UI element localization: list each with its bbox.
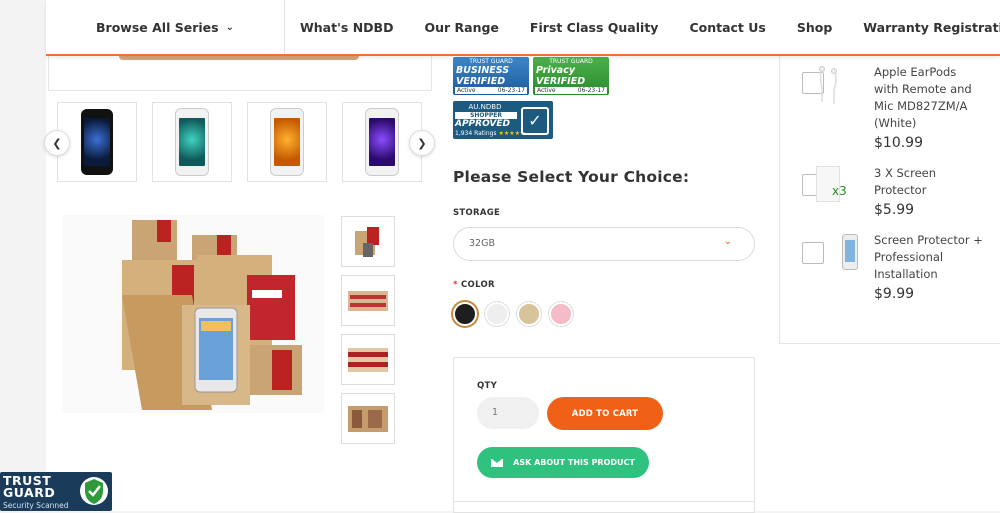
addon-name: Screen Protector + Professional Installa… (874, 233, 983, 281)
required-asterisk: * (453, 280, 458, 290)
side-thumb-2[interactable] (341, 275, 395, 326)
choice-title: Please Select Your Choice: (453, 168, 690, 186)
top-nav-bar: Browse All Series ⌄ What's NDBD Our Rang… (46, 0, 1000, 56)
checkmark-icon: ✓ (521, 107, 549, 135)
thumb-image (348, 290, 388, 311)
phone-body (842, 234, 858, 270)
business-verified-badge[interactable]: TRUST GUARD BUSINESS VERIFIED Active 06-2… (453, 57, 529, 95)
ask-about-product-button[interactable]: ASK ABOUT THIS PRODUCT (477, 447, 649, 478)
trust-guard-seal[interactable]: TRUST GUARD Security Scanned (0, 472, 112, 511)
phone-image (270, 108, 304, 176)
envelope-icon (491, 458, 504, 467)
addon-item-screen-protector: 3 X Screen Protector $5.99 (874, 165, 984, 219)
addon-name: 3 X Screen Protector (874, 166, 937, 197)
swatch-gold[interactable] (517, 302, 541, 326)
badge-status: Active 06-23-17 (535, 87, 607, 94)
side-thumb-3[interactable] (341, 334, 395, 385)
badge-issuer: TRUST GUARD (549, 58, 593, 65)
divider (454, 501, 754, 502)
nav-first-class-quality[interactable]: First Class Quality (530, 20, 659, 35)
image-edge (119, 56, 359, 60)
badge-status: Active 06-23-17 (455, 87, 527, 94)
badge-issuer: TRUST GUARD (469, 58, 513, 65)
swatch-rose-gold[interactable] (549, 302, 573, 326)
nav-warranty-registration[interactable]: Warranty Registration (863, 20, 1000, 35)
qty-input[interactable]: 1 (477, 397, 539, 429)
side-thumb-1[interactable] (341, 216, 395, 267)
color-swatches (453, 302, 573, 326)
addons-panel: Apple EarPods with Remote and Mic MD827Z… (779, 56, 1000, 344)
addon-item-earpods: Apple EarPods with Remote and Mic MD827Z… (874, 64, 984, 152)
multiplier-label: x3 (832, 184, 847, 198)
nav-shop[interactable]: Shop (797, 20, 832, 35)
qty-label: QTY (477, 381, 498, 391)
addon-price: $9.99 (874, 286, 915, 302)
screen-protector-image: x3 (814, 164, 852, 204)
seal-subtitle: Security Scanned (3, 501, 69, 510)
storage-label: STORAGE (453, 208, 501, 218)
chevron-down-icon: ⌄ (723, 236, 732, 247)
privacy-verified-badge[interactable]: TRUST GUARD Privacy VERIFIED Active 06-23… (533, 57, 609, 95)
thumb-image (355, 226, 379, 257)
nav-our-range[interactable]: Our Range (424, 20, 498, 35)
thumb-image (348, 405, 388, 432)
shopper-site: AU.NDBD (468, 103, 502, 111)
chevron-left-icon: ❮ (52, 136, 62, 150)
shopper-approved-badge[interactable]: AU.NDBD SHOPPER APPROVED 1,934 Ratings ★… (453, 101, 553, 139)
addon-checkbox-installation[interactable] (802, 242, 824, 264)
browse-all-series-dropdown[interactable]: Browse All Series ⌄ (46, 0, 285, 54)
thumb-image (348, 347, 388, 372)
packaging-image (62, 215, 324, 413)
phone-image (175, 108, 209, 176)
badge-title: Privacy VERIFIED (536, 65, 586, 87)
badge-title: BUSINESS VERIFIED (456, 65, 510, 87)
badge-status-text: Active (537, 87, 556, 94)
browse-label: Browse All Series (96, 19, 219, 35)
swatch-silver[interactable] (485, 302, 509, 326)
seal-title: TRUST GUARD (3, 473, 56, 500)
thumb-gold-phone[interactable] (247, 102, 327, 182)
installation-phone-image (840, 234, 860, 274)
badge-date: 06-23-17 (577, 87, 605, 94)
badge-status-text: Active (457, 87, 476, 94)
phone-image (81, 109, 113, 175)
nav-contact-us[interactable]: Contact Us (689, 20, 765, 35)
addon-name: Apple EarPods with Remote and Mic MD827Z… (874, 65, 972, 130)
chevron-right-icon: ❯ (417, 136, 427, 150)
thumb-silver-phone[interactable] (152, 102, 232, 182)
color-label: COLOR (461, 280, 495, 290)
badge-date: 06-23-17 (497, 87, 525, 94)
addon-price: $10.99 (874, 135, 923, 151)
addon-price: $5.99 (874, 202, 915, 218)
shopper-ratings: 1,934 Ratings ★★★★★ (455, 130, 525, 137)
ask-label: ASK ABOUT THIS PRODUCT (513, 458, 635, 467)
shield-icon (80, 477, 108, 505)
carousel-prev-button[interactable]: ❮ (44, 130, 70, 156)
phone-screen (845, 240, 855, 262)
swatch-black[interactable] (453, 302, 477, 326)
main-nav: What's NDBD Our Range First Class Qualit… (300, 0, 1000, 54)
side-thumb-4[interactable] (341, 393, 395, 444)
main-image-frame (48, 56, 432, 91)
nav-whats-ndbd[interactable]: What's NDBD (300, 20, 393, 35)
shopper-line1: SHOPPER (455, 112, 517, 119)
add-to-cart-button[interactable]: ADD TO CART (547, 397, 663, 430)
ratings-count: 1,934 Ratings (455, 130, 497, 137)
carousel-next-button[interactable]: ❯ (409, 130, 435, 156)
earpods-image (819, 66, 837, 104)
color-thumbnail-carousel (57, 102, 422, 182)
storage-select[interactable]: 32GB ⌄ (453, 227, 755, 261)
chevron-down-icon: ⌄ (225, 21, 234, 33)
storage-value: 32GB (469, 238, 495, 249)
shopper-line2: APPROVED (455, 119, 511, 129)
add-to-cart-panel: QTY 1 ADD TO CART ASK ABOUT THIS PRODUCT (453, 357, 755, 513)
color-label-row: * COLOR (453, 280, 495, 290)
qty-value: 1 (492, 407, 499, 418)
image-thumbnail-list (341, 216, 395, 444)
addon-item-installation: Screen Protector + Professional Installa… (874, 232, 984, 303)
phone-image (365, 108, 399, 176)
